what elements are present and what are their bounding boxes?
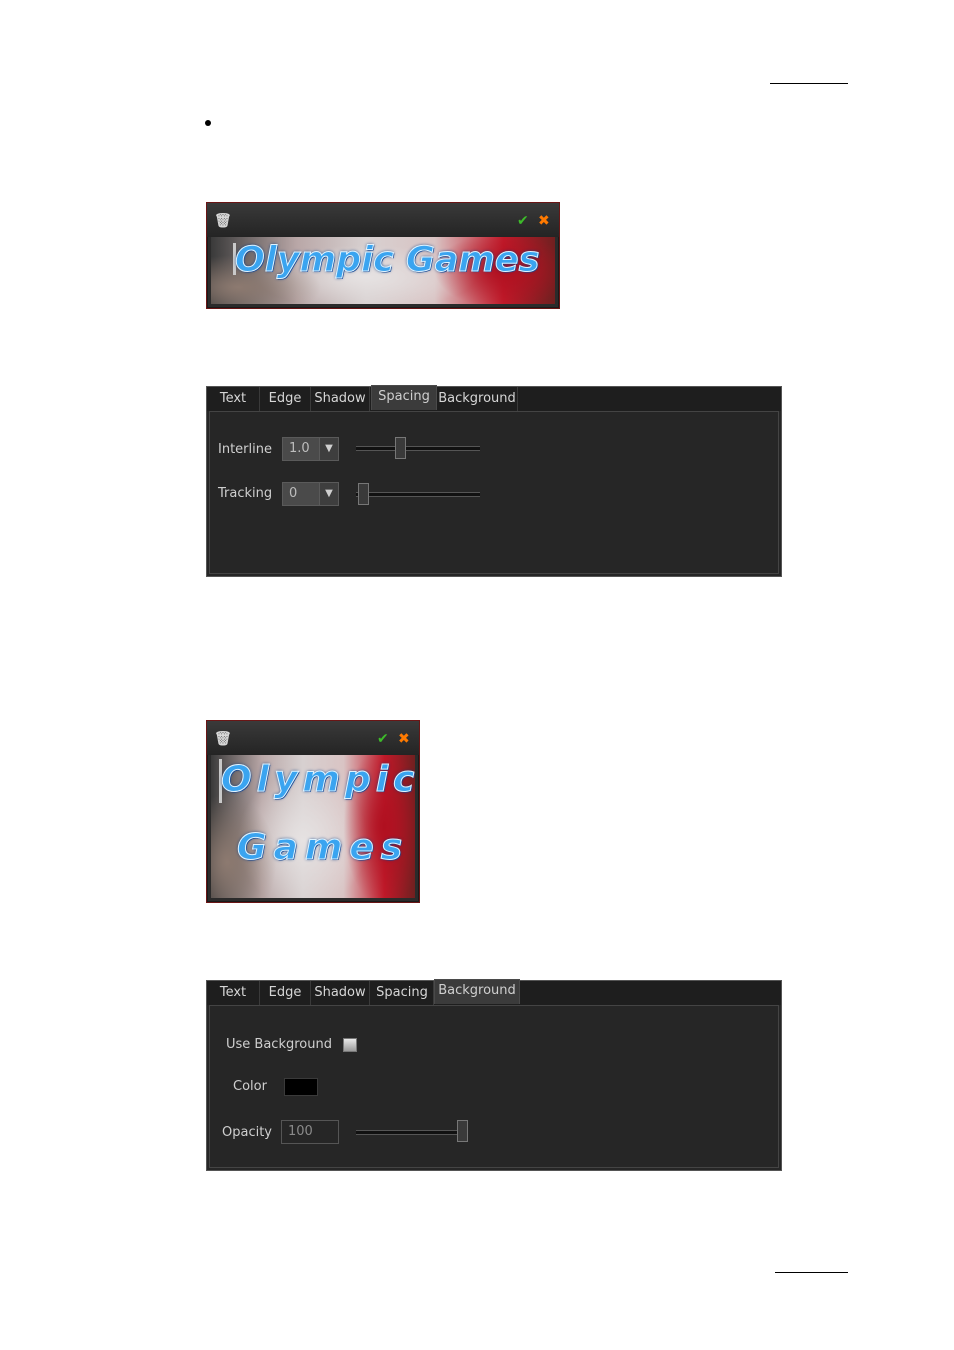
properties-panel-background: Text Edge Shadow Spacing Background Use …	[206, 979, 782, 1171]
tracking-slider-thumb[interactable]	[358, 483, 369, 505]
preview-title-text[interactable]: Olympic Games	[234, 240, 539, 281]
opacity-input[interactable]: 100	[281, 1120, 339, 1144]
tab-background[interactable]: Background	[434, 979, 520, 1004]
tracking-combo[interactable]: 0 ▼	[282, 482, 339, 506]
tab-edge[interactable]: Edge	[260, 981, 311, 1005]
preview-background-image: Olympic Games	[211, 237, 555, 304]
opacity-slider-track[interactable]	[356, 1130, 468, 1135]
preview-title-line-2[interactable]: Games	[236, 827, 409, 869]
interline-label: Interline	[218, 442, 272, 457]
text-preview-window-single-line: 🗑 ✔ ✖ Olympic Games	[206, 202, 560, 309]
preview-toolbar: 🗑 ✔ ✖	[207, 203, 559, 237]
tracking-slider-track[interactable]	[356, 492, 480, 497]
close-icon[interactable]: ✖	[538, 214, 550, 228]
use-background-label: Use Background	[226, 1037, 332, 1052]
use-background-checkbox[interactable]	[343, 1038, 357, 1052]
close-icon[interactable]: ✖	[398, 732, 410, 746]
tab-bar: Text Edge Shadow Spacing Background	[207, 979, 781, 1005]
trash-icon[interactable]: 🗑	[214, 214, 232, 228]
tab-bar: Text Edge Shadow Spacing Background	[207, 385, 781, 411]
preview-background-image: Olympic Games	[211, 755, 415, 898]
tab-spacing[interactable]: Spacing	[371, 981, 434, 1005]
interline-combo[interactable]: 1.0 ▼	[282, 437, 339, 461]
opacity-label: Opacity	[222, 1125, 273, 1140]
chevron-down-icon[interactable]: ▼	[319, 482, 339, 506]
background-content: Use Background Color Opacity 100	[209, 1005, 779, 1168]
preview-title-line-1[interactable]: Olympic	[220, 759, 415, 801]
text-preview-window-two-lines: 🗑 ✔ ✖ Olympic Games	[206, 720, 420, 903]
tab-shadow[interactable]: Shadow	[311, 981, 370, 1005]
tab-text[interactable]: Text	[207, 387, 260, 411]
check-icon[interactable]: ✔	[517, 214, 529, 228]
interline-slider-track[interactable]	[356, 446, 480, 451]
interline-value: 1.0	[289, 441, 310, 456]
tab-spacing[interactable]: Spacing	[371, 385, 437, 410]
tab-text[interactable]: Text	[207, 981, 260, 1005]
footer-rule	[775, 1272, 848, 1273]
bullet-point	[205, 120, 211, 126]
opacity-slider-thumb[interactable]	[457, 1120, 468, 1142]
check-icon[interactable]: ✔	[377, 732, 389, 746]
preview-toolbar: 🗑 ✔ ✖	[207, 721, 419, 755]
header-rule	[770, 83, 848, 84]
chevron-down-icon[interactable]: ▼	[319, 437, 339, 461]
tab-shadow[interactable]: Shadow	[311, 387, 370, 411]
properties-panel-spacing: Text Edge Shadow Spacing Background Inte…	[206, 385, 782, 577]
tab-background[interactable]: Background	[437, 387, 518, 411]
trash-icon[interactable]: 🗑	[214, 732, 232, 746]
color-swatch[interactable]	[284, 1078, 318, 1096]
color-label: Color	[233, 1079, 267, 1094]
spacing-content: Interline 1.0 ▼ Tracking 0 ▼	[209, 411, 779, 574]
opacity-value: 100	[288, 1124, 313, 1139]
tracking-value: 0	[289, 486, 298, 501]
tab-edge[interactable]: Edge	[260, 387, 311, 411]
interline-slider-thumb[interactable]	[395, 437, 406, 459]
tracking-label: Tracking	[218, 486, 273, 501]
